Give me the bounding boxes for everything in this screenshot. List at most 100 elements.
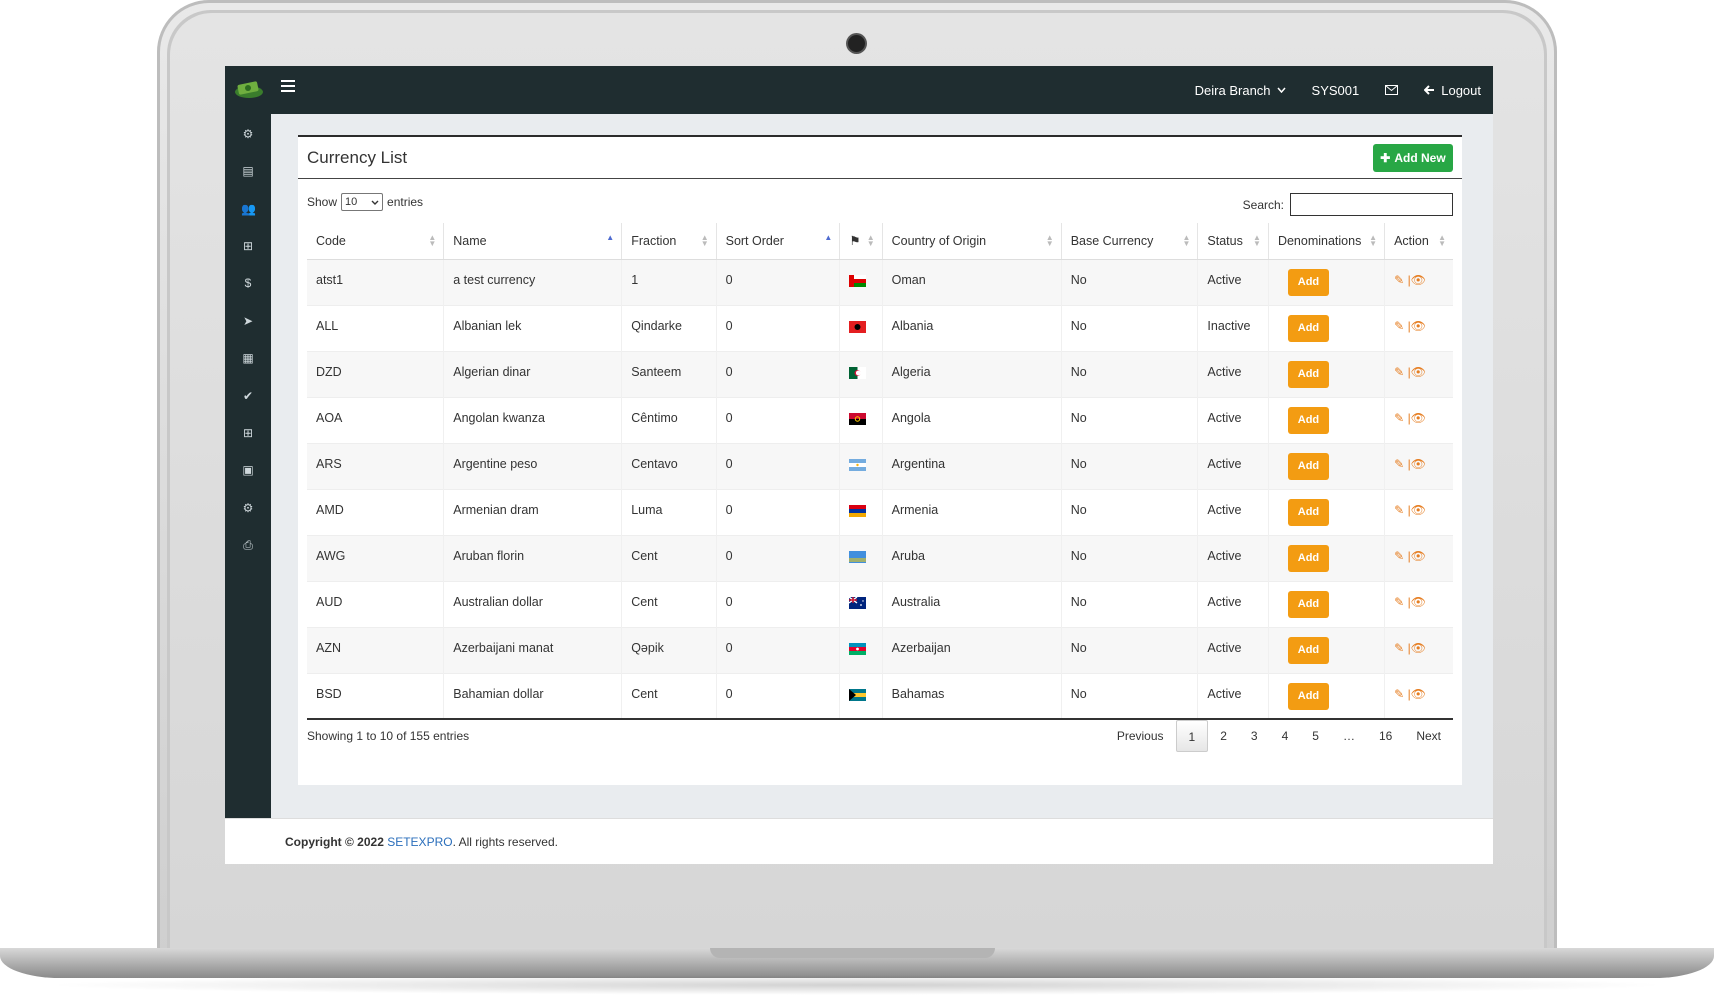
pagination-page[interactable]: 16 <box>1367 720 1404 752</box>
brand-link[interactable]: SETEXPRO <box>387 835 452 849</box>
col-country[interactable]: Country of Origin ▲ ▼ <box>882 223 1062 260</box>
cell-base-currency: No <box>1061 580 1199 627</box>
col-sort-order[interactable]: Sort Order ▲ <box>716 223 841 260</box>
list-icon[interactable]: ▤ <box>241 164 255 178</box>
cell-code: ARS <box>307 442 445 489</box>
cell-country: Bahamas <box>882 672 1062 720</box>
cell-code: AZN <box>307 626 445 673</box>
users-icon[interactable]: 👥 <box>241 202 256 216</box>
algeria-flag-icon <box>849 366 867 382</box>
edit-icon[interactable]: ✎ <box>1394 641 1404 655</box>
eye-icon[interactable]: 👁 <box>1411 319 1426 333</box>
eye-icon[interactable]: 👁 <box>1411 273 1426 287</box>
edit-icon[interactable]: ✎ <box>1394 595 1404 609</box>
col-code[interactable]: Code ▲ ▼ <box>307 223 445 260</box>
eye-icon[interactable]: 👁 <box>1411 411 1426 425</box>
add-denomination-button[interactable]: Add <box>1287 360 1329 388</box>
add-denomination-button[interactable]: Add <box>1287 590 1329 618</box>
send-icon[interactable]: ➤ <box>241 314 255 328</box>
table-body: atst1 a test currency 1 0 Oman No Active Add ✎ |… <box>307 258 1453 720</box>
pagination-page[interactable]: 2 <box>1208 720 1239 752</box>
sort-icon: ▲ ▼ <box>1045 233 1054 248</box>
col-action[interactable]: Action ▲ ▼ <box>1384 223 1453 260</box>
pagination-page[interactable]: 5 <box>1300 720 1331 752</box>
check-icon[interactable]: ✔ <box>241 389 255 403</box>
edit-icon[interactable]: ✎ <box>1394 365 1404 379</box>
plus-square-icon[interactable]: ⊞ <box>241 239 255 253</box>
page-title: Currency List <box>307 148 408 167</box>
table-row: AZN Azerbaijani manat Qəpik 0 Azerbaijan No Ac… <box>307 626 1453 673</box>
add-denomination-button[interactable]: Add <box>1287 314 1329 342</box>
add-denomination-button[interactable]: Add <box>1287 636 1329 664</box>
add-denomination-button[interactable]: Add <box>1287 682 1329 710</box>
print-icon[interactable]: ⎙ <box>241 538 255 552</box>
cell-sort-order: 0 <box>716 350 841 397</box>
edit-icon[interactable]: ✎ <box>1394 273 1404 287</box>
pagination-page[interactable]: 4 <box>1270 720 1301 752</box>
add-denomination-button[interactable]: Add <box>1287 452 1329 480</box>
mail-button[interactable] <box>1385 85 1399 95</box>
add-denomination-button[interactable]: Add <box>1287 544 1329 572</box>
col-flag[interactable]: ⚑ ▲ ▼ <box>839 223 883 260</box>
edit-icon[interactable]: ✎ <box>1394 549 1404 563</box>
eye-icon[interactable]: 👁 <box>1411 549 1426 563</box>
cell-code: AWG <box>307 534 445 581</box>
money-logo-icon[interactable] <box>233 77 265 101</box>
edit-icon[interactable]: ✎ <box>1394 687 1404 701</box>
currency-table: Code ▲ ▼ Name ▲ Fraction ▲ ▼ Sort Order ▲ ⚑ ▲ ▼ … <box>307 223 1453 720</box>
add-denomination-button[interactable]: Add <box>1287 498 1329 526</box>
dollar-icon[interactable]: $ <box>241 276 255 290</box>
cell-denominations: Add <box>1268 672 1386 720</box>
eye-icon[interactable]: 👁 <box>1411 641 1426 655</box>
user-id[interactable]: SYS001 <box>1312 83 1360 98</box>
add-new-button[interactable]: ✚ Add New <box>1373 144 1453 172</box>
search-input[interactable] <box>1290 193 1453 216</box>
table-row: ARS Argentine peso Centavo 0 Argentina No Acti… <box>307 442 1453 489</box>
cell-action: ✎ |👁 <box>1384 534 1453 581</box>
plus-square-icon[interactable]: ⊞ <box>241 426 255 440</box>
chevron-down-icon <box>371 200 379 205</box>
cell-code: ALL <box>307 304 445 351</box>
footer: Copyright © 2022 SETEXPRO. All rights re… <box>225 818 1493 864</box>
menu-toggle-icon[interactable] <box>281 80 295 94</box>
eye-icon[interactable]: 👁 <box>1411 365 1426 379</box>
pagination-next[interactable]: Next <box>1404 720 1453 752</box>
search-label: Search: <box>1242 197 1284 212</box>
branch-dropdown[interactable]: Deira Branch <box>1195 83 1286 98</box>
table-icon[interactable]: ▦ <box>241 351 255 365</box>
entries-select[interactable]: 10 <box>341 193 384 211</box>
col-denominations[interactable]: Denominations ▲ ▼ <box>1268 223 1386 260</box>
add-denomination-button[interactable]: Add <box>1287 268 1329 296</box>
add-denomination-button[interactable]: Add <box>1287 406 1329 434</box>
eye-icon[interactable]: 👁 <box>1411 595 1426 609</box>
edit-icon[interactable]: ✎ <box>1394 503 1404 517</box>
pagination-page[interactable]: 3 <box>1239 720 1270 752</box>
gear-icon[interactable]: ⚙ <box>241 501 255 515</box>
cell-name: Bahamian dollar <box>443 672 623 720</box>
arrow-left-icon <box>1424 85 1435 95</box>
plus-icon: ✚ <box>1380 151 1391 165</box>
eye-icon[interactable]: 👁 <box>1411 457 1426 471</box>
flag-cell <box>839 304 883 351</box>
col-fraction[interactable]: Fraction ▲ ▼ <box>621 223 717 260</box>
eye-icon[interactable]: 👁 <box>1411 687 1426 701</box>
eye-icon[interactable]: 👁 <box>1411 503 1426 517</box>
pagination-page[interactable]: 1 <box>1175 720 1209 752</box>
col-base-currency[interactable]: Base Currency ▲ ▼ <box>1061 223 1199 260</box>
australia-flag-icon <box>849 596 867 612</box>
gear-icon[interactable]: ⚙ <box>241 127 255 141</box>
col-name[interactable]: Name ▲ <box>443 223 623 260</box>
sort-icon: ▲ ▼ <box>1253 233 1261 248</box>
col-status[interactable]: Status ▲ ▼ <box>1197 223 1269 260</box>
edit-icon[interactable]: ✎ <box>1394 319 1404 333</box>
edit-icon[interactable]: ✎ <box>1394 457 1404 471</box>
table-row: AWG Aruban florin Cent 0 Aruba No Active Add ✎ |… <box>307 534 1453 581</box>
cell-status: Active <box>1197 258 1269 305</box>
pagination-previous[interactable]: Previous <box>1105 720 1176 752</box>
entries-label: entries <box>387 195 424 209</box>
cell-fraction: Cent <box>621 580 717 627</box>
pagination-page[interactable]: … <box>1331 720 1367 752</box>
edit-icon[interactable]: ✎ <box>1394 411 1404 425</box>
logout-button[interactable]: Logout <box>1424 83 1481 98</box>
money-icon[interactable]: ▣ <box>241 463 255 477</box>
